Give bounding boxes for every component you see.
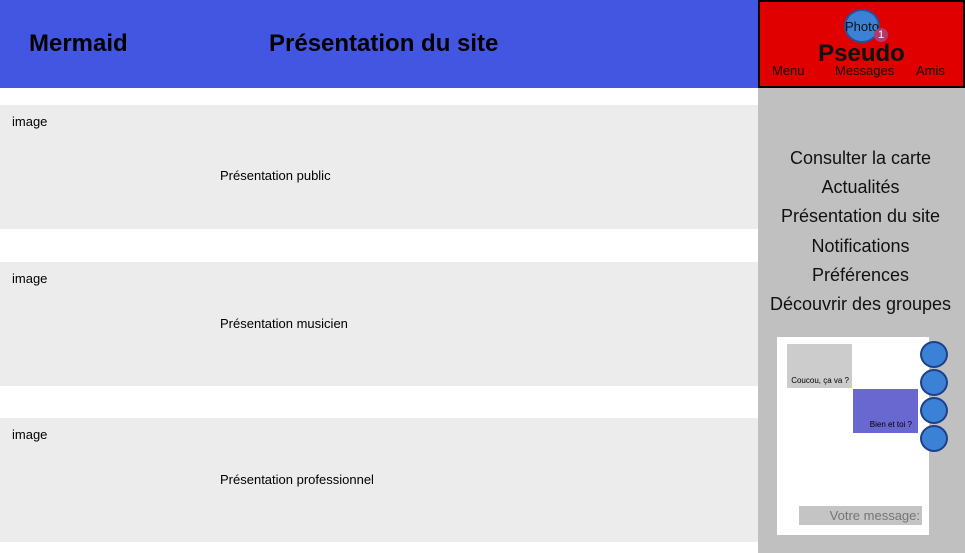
message-input[interactable] — [799, 506, 922, 525]
message-text: Coucou, ça va ? — [791, 376, 849, 385]
chat-message-received: Coucou, ça va ? — [787, 344, 852, 388]
sidebar-item-presentation[interactable]: Présentation du site — [758, 204, 963, 233]
sidebar-item-carte[interactable]: Consulter la carte — [758, 146, 963, 175]
sidebar-item-actualites[interactable]: Actualités — [758, 175, 963, 204]
sidebar: Consulter la carte Actualités Présentati… — [758, 88, 965, 553]
profile-nav-messages[interactable]: Messages — [835, 63, 894, 78]
presentation-text: Présentation musicien — [220, 316, 348, 331]
chat-window: Coucou, ça va ? Bien et toi ? — [777, 337, 948, 535]
message-text: Bien et toi ? — [869, 420, 912, 429]
image-placeholder: image — [12, 114, 48, 129]
site-brand[interactable]: Mermaid — [29, 30, 128, 58]
chat-message-sent: Bien et toi ? — [853, 389, 918, 433]
contact-avatar[interactable] — [920, 341, 948, 368]
presentation-text: Présentation professionnel — [220, 472, 374, 487]
image-placeholder: image — [12, 271, 48, 286]
presentation-card-public: image Présentation public — [0, 105, 758, 229]
site-header: Mermaid Présentation du site — [0, 0, 758, 88]
contact-avatar[interactable] — [920, 397, 948, 424]
contact-avatar[interactable] — [920, 425, 948, 452]
profile-nav-amis[interactable]: Amis — [916, 63, 945, 78]
profile-nav-menu[interactable]: Menu — [772, 63, 805, 78]
sidebar-item-notifications[interactable]: Notifications — [758, 234, 963, 263]
presentation-card-professionnel: image Présentation professionnel — [0, 418, 758, 542]
sidebar-menu: Consulter la carte Actualités Présentati… — [758, 146, 963, 321]
image-placeholder: image — [12, 427, 48, 442]
sidebar-item-groupes[interactable]: Découvrir des groupes — [758, 292, 963, 321]
profile-panel: Photo 1 Pseudo Menu Messages Amis — [758, 0, 965, 88]
contact-avatar[interactable] — [920, 369, 948, 396]
presentation-card-musicien: image Présentation musicien — [0, 262, 758, 386]
sidebar-item-preferences[interactable]: Préférences — [758, 263, 963, 292]
presentation-text: Présentation public — [220, 168, 331, 183]
page-title: Présentation du site — [269, 30, 499, 57]
